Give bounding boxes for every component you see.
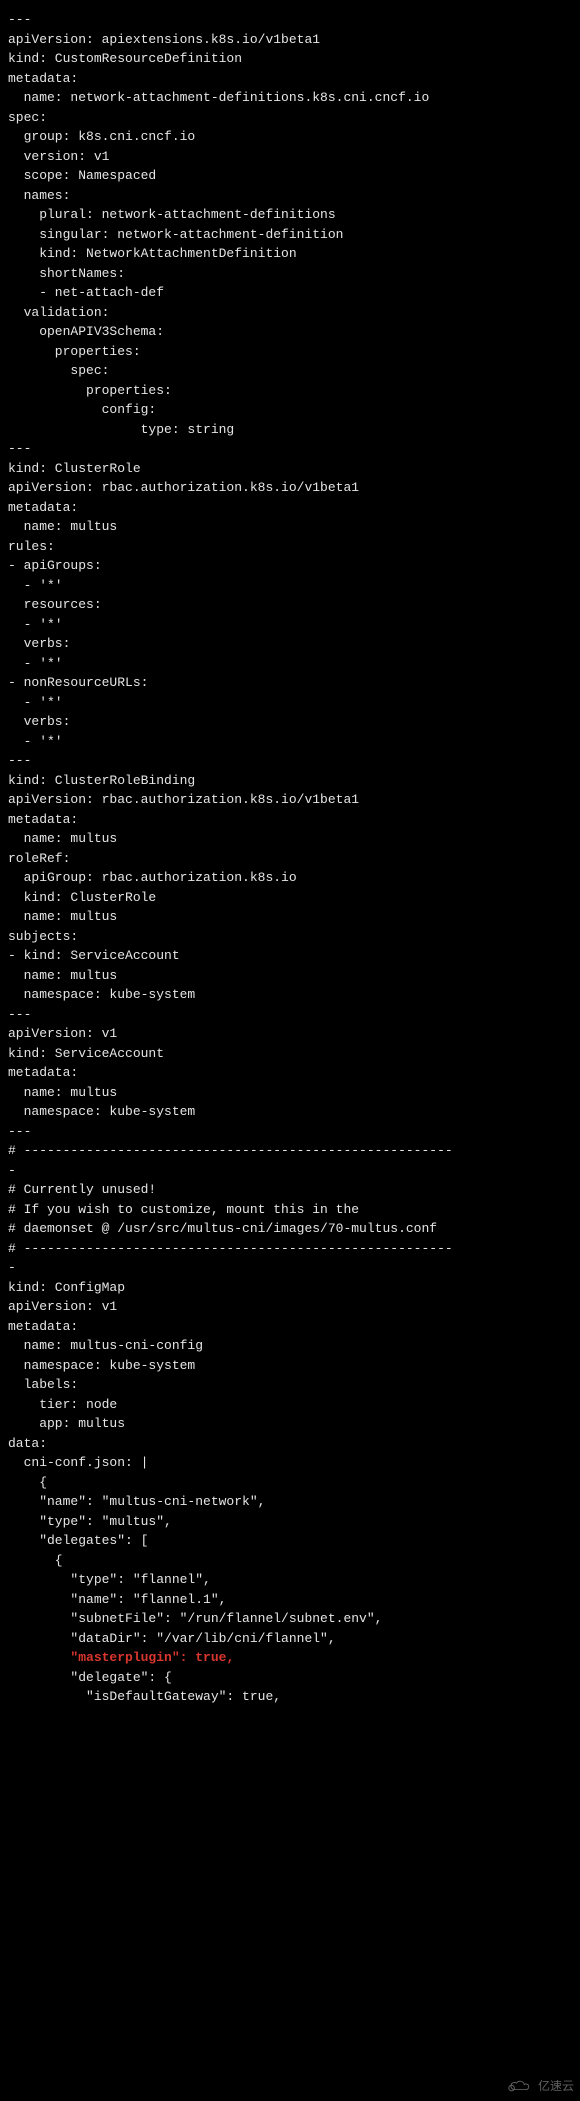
code-line: kind: ConfigMap bbox=[8, 1278, 572, 1298]
code-line: spec: bbox=[8, 108, 572, 128]
code-line: # Currently unused! bbox=[8, 1180, 572, 1200]
code-line: metadata: bbox=[8, 810, 572, 830]
code-line: app: multus bbox=[8, 1414, 572, 1434]
code-line: singular: network-attachment-definition bbox=[8, 225, 572, 245]
code-line: name: multus bbox=[8, 1083, 572, 1103]
code-line: spec: bbox=[8, 361, 572, 381]
code-line: version: v1 bbox=[8, 147, 572, 167]
code-line: kind: CustomResourceDefinition bbox=[8, 49, 572, 69]
code-line: name: multus bbox=[8, 966, 572, 986]
code-line: type: string bbox=[8, 420, 572, 440]
code-line: "type": "flannel", bbox=[8, 1570, 572, 1590]
code-line: { bbox=[8, 1473, 572, 1493]
code-line: name: multus bbox=[8, 829, 572, 849]
code-line: resources: bbox=[8, 595, 572, 615]
code-line: apiVersion: rbac.authorization.k8s.io/v1… bbox=[8, 790, 572, 810]
code-line: verbs: bbox=[8, 712, 572, 732]
code-line: shortNames: bbox=[8, 264, 572, 284]
code-line: "delegate": { bbox=[8, 1668, 572, 1688]
code-line: name: multus bbox=[8, 907, 572, 927]
code-line: "dataDir": "/var/lib/cni/flannel", bbox=[8, 1629, 572, 1649]
code-line: --- bbox=[8, 439, 572, 459]
code-line: --- bbox=[8, 10, 572, 30]
code-line: "delegates": [ bbox=[8, 1531, 572, 1551]
code-line: name: multus bbox=[8, 517, 572, 537]
code-line: "type": "multus", bbox=[8, 1512, 572, 1532]
code-line: - '*' bbox=[8, 654, 572, 674]
code-line: validation: bbox=[8, 303, 572, 323]
code-line: - bbox=[8, 1161, 572, 1181]
code-line: apiVersion: apiextensions.k8s.io/v1beta1 bbox=[8, 30, 572, 50]
code-line: metadata: bbox=[8, 1317, 572, 1337]
code-line: - '*' bbox=[8, 693, 572, 713]
code-line: - net-attach-def bbox=[8, 283, 572, 303]
code-line: # daemonset @ /usr/src/multus-cni/images… bbox=[8, 1219, 572, 1239]
code-line: metadata: bbox=[8, 69, 572, 89]
code-line: # --------------------------------------… bbox=[8, 1141, 572, 1161]
code-line: # If you wish to customize, mount this i… bbox=[8, 1200, 572, 1220]
code-line: verbs: bbox=[8, 634, 572, 654]
code-line: group: k8s.cni.cncf.io bbox=[8, 127, 572, 147]
code-line: --- bbox=[8, 1005, 572, 1025]
code-line: labels: bbox=[8, 1375, 572, 1395]
code-line: kind: ServiceAccount bbox=[8, 1044, 572, 1064]
code-line: openAPIV3Schema: bbox=[8, 322, 572, 342]
code-line: - bbox=[8, 1258, 572, 1278]
code-line: "masterplugin": true, bbox=[8, 1648, 572, 1668]
code-line: metadata: bbox=[8, 1063, 572, 1083]
code-line: - '*' bbox=[8, 615, 572, 635]
code-line: apiGroup: rbac.authorization.k8s.io bbox=[8, 868, 572, 888]
code-line: "name": "multus-cni-network", bbox=[8, 1492, 572, 1512]
code-line: kind: ClusterRole bbox=[8, 888, 572, 908]
code-line: apiVersion: v1 bbox=[8, 1024, 572, 1044]
code-line: - kind: ServiceAccount bbox=[8, 946, 572, 966]
code-line: properties: bbox=[8, 381, 572, 401]
code-line: "isDefaultGateway": true, bbox=[8, 1687, 572, 1707]
code-line: name: multus-cni-config bbox=[8, 1336, 572, 1356]
code-line: apiVersion: rbac.authorization.k8s.io/v1… bbox=[8, 478, 572, 498]
code-line: "name": "flannel.1", bbox=[8, 1590, 572, 1610]
code-line: config: bbox=[8, 400, 572, 420]
code-line: kind: NetworkAttachmentDefinition bbox=[8, 244, 572, 264]
code-line: - '*' bbox=[8, 576, 572, 596]
code-line: { bbox=[8, 1551, 572, 1571]
watermark-text: 亿速云 bbox=[538, 2077, 574, 2095]
code-line: namespace: kube-system bbox=[8, 985, 572, 1005]
code-line: kind: ClusterRoleBinding bbox=[8, 771, 572, 791]
code-line: # --------------------------------------… bbox=[8, 1239, 572, 1259]
code-line: names: bbox=[8, 186, 572, 206]
code-line: roleRef: bbox=[8, 849, 572, 869]
code-line: subjects: bbox=[8, 927, 572, 947]
code-line: plural: network-attachment-definitions bbox=[8, 205, 572, 225]
highlighted-text: "masterplugin": true, bbox=[70, 1650, 234, 1665]
code-line: tier: node bbox=[8, 1395, 572, 1415]
code-line: --- bbox=[8, 1122, 572, 1142]
code-line: metadata: bbox=[8, 498, 572, 518]
code-line: cni-conf.json: | bbox=[8, 1453, 572, 1473]
code-line: kind: ClusterRole bbox=[8, 459, 572, 479]
code-line: "subnetFile": "/run/flannel/subnet.env", bbox=[8, 1609, 572, 1629]
watermark: 亿速云 bbox=[506, 2077, 574, 2095]
code-line: namespace: kube-system bbox=[8, 1102, 572, 1122]
code-line: rules: bbox=[8, 537, 572, 557]
code-line: data: bbox=[8, 1434, 572, 1454]
code-block: ---apiVersion: apiextensions.k8s.io/v1be… bbox=[0, 0, 580, 1737]
code-line: --- bbox=[8, 751, 572, 771]
code-line: apiVersion: v1 bbox=[8, 1297, 572, 1317]
code-line: - apiGroups: bbox=[8, 556, 572, 576]
code-line: name: network-attachment-definitions.k8s… bbox=[8, 88, 572, 108]
code-line: scope: Namespaced bbox=[8, 166, 572, 186]
code-line: - '*' bbox=[8, 732, 572, 752]
code-line: - nonResourceURLs: bbox=[8, 673, 572, 693]
code-line: properties: bbox=[8, 342, 572, 362]
cloud-icon bbox=[506, 2079, 534, 2093]
code-line: namespace: kube-system bbox=[8, 1356, 572, 1376]
